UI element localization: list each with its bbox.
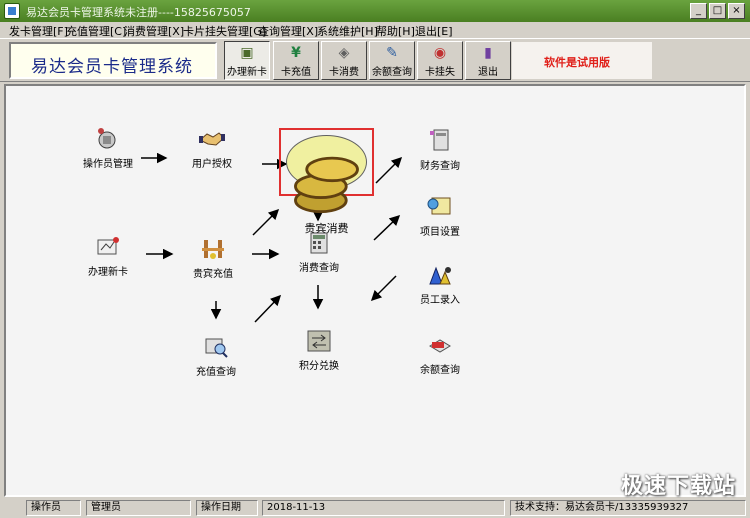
- minimize-button[interactable]: _: [690, 3, 707, 19]
- new-card-button[interactable]: ▣ 办理新卡: [224, 41, 270, 80]
- exchange-icon: [307, 330, 331, 352]
- menu-help[interactable]: 帮助[H]: [376, 23, 415, 39]
- app-logo: 易达会员卡管理系统: [9, 42, 217, 79]
- handshake-icon: [199, 132, 225, 146]
- menu-system[interactable]: 系统维护[H]: [317, 23, 378, 39]
- new-card-node[interactable]: 办理新卡: [78, 234, 138, 278]
- recharge-button[interactable]: ¥ 卡充值: [273, 41, 319, 80]
- app-icon: [4, 3, 20, 19]
- status-date-label: 操作日期: [196, 500, 258, 516]
- exit-icon: ▮: [484, 45, 492, 61]
- coins-icon: [294, 156, 359, 214]
- maximize-button[interactable]: □: [709, 3, 726, 19]
- menu-card-issue[interactable]: 发卡管理[F]: [9, 23, 68, 39]
- balance-query-icon: ✎: [386, 45, 398, 61]
- status-operator-value: 管理员: [86, 500, 191, 516]
- recharge-icon: [202, 240, 224, 259]
- magnifier-icon: [205, 338, 228, 358]
- menu-recharge[interactable]: 充值管理[C]: [66, 23, 126, 39]
- highlight-box: 贵宾消费: [279, 128, 374, 235]
- status-bar: 操作员 管理员 操作日期 2018-11-13 技术支持：易达会员卡/13335…: [0, 498, 750, 518]
- staff-icon: [429, 266, 451, 285]
- title-bar: 易达会员卡管理系统未注册----15825675057 _ □ ×: [0, 0, 750, 22]
- lost-card-button[interactable]: ◉ 卡挂失: [417, 41, 463, 80]
- finance-icon: [430, 129, 449, 151]
- points-exchange-node[interactable]: 积分兑换: [289, 328, 349, 372]
- menu-bar: 发卡管理[F] 充值管理[C] 消费管理[X] 卡片挂失管理[G] 查询管理[X…: [0, 22, 750, 38]
- new-card-icon: [97, 237, 119, 255]
- user-auth-node[interactable]: 用户授权: [182, 126, 242, 170]
- exit-button[interactable]: ▮ 退出: [465, 41, 511, 80]
- menu-consume[interactable]: 消费管理[X]: [124, 23, 184, 39]
- status-support: 技术支持：易达会员卡/13335939327: [510, 500, 746, 516]
- consume-query-node[interactable]: 消费查询: [289, 230, 349, 274]
- menu-query[interactable]: 查询管理[X]: [258, 23, 318, 39]
- trial-banner: 软件是试用版: [512, 42, 652, 79]
- balance-query-button[interactable]: ✎ 余额查询: [369, 41, 415, 80]
- menu-card-loss[interactable]: 卡片挂失管理[G]: [183, 23, 266, 39]
- staff-entry-node[interactable]: 员工录入: [410, 262, 470, 306]
- status-operator-label: 操作员: [26, 500, 81, 516]
- main-flow-panel: 操作员管理 用户授权 贵宾消费 财务查询 办理新卡 贵宾充值 消费查询 项目设置…: [4, 84, 746, 497]
- balance-icon: [429, 339, 451, 353]
- settings-scroll-icon: [427, 197, 451, 215]
- menu-exit[interactable]: 退出[E]: [415, 23, 453, 39]
- consume-button[interactable]: ◈ 卡消费: [321, 41, 367, 80]
- new-card-icon: ▣: [240, 45, 254, 61]
- balance-query-node[interactable]: 余额查询: [410, 332, 470, 376]
- toolbar: 易达会员卡管理系统 ▣ 办理新卡 ¥ 卡充值 ◈ 卡消费 ✎ 余额查询 ◉ 卡挂…: [0, 38, 750, 82]
- status-date-value: 2018-11-13: [262, 500, 505, 516]
- trial-notice: 软件是试用版: [544, 56, 610, 69]
- close-button[interactable]: ×: [728, 3, 745, 19]
- finance-query-node[interactable]: 财务查询: [410, 128, 470, 172]
- lost-card-icon: ◉: [433, 45, 447, 61]
- calculator-icon: [310, 232, 328, 254]
- vip-recharge-node[interactable]: 贵宾充值: [183, 236, 243, 280]
- logo-text: 易达会员卡管理系统: [31, 57, 193, 77]
- window-title: 易达会员卡管理系统未注册----15825675057: [26, 6, 251, 19]
- recharge-query-node[interactable]: 充值查询: [186, 334, 246, 378]
- operator-icon: [98, 128, 116, 149]
- watermark: 极速下载站: [620, 474, 736, 499]
- card-consume-icon: ◈: [338, 45, 350, 61]
- operator-mgmt-node[interactable]: 操作员管理: [78, 126, 138, 170]
- vip-consume-node[interactable]: 贵宾消费: [286, 135, 367, 235]
- yen-icon: ¥: [291, 45, 301, 61]
- item-settings-node[interactable]: 项目设置: [410, 194, 470, 238]
